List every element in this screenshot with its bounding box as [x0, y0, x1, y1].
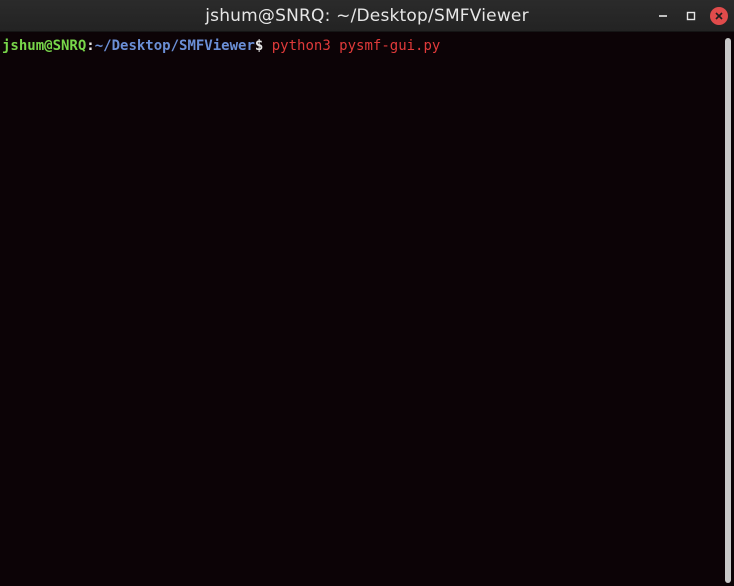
minimize-icon [659, 15, 667, 17]
minimize-button[interactable] [654, 7, 672, 25]
prompt-user: jshum@SNRQ [2, 38, 87, 54]
close-icon [715, 12, 723, 20]
close-button[interactable] [710, 7, 728, 25]
maximize-icon [686, 11, 696, 21]
prompt-colon: : [86, 38, 95, 54]
prompt-line: jshum@SNRQ:~/Desktop/SMFViewer$ python3 … [2, 37, 440, 55]
terminal-window: jshum@SNRQ: ~/Desktop/SMFViewer jshum@SN… [0, 0, 734, 586]
title-bar[interactable]: jshum@SNRQ: ~/Desktop/SMFViewer [0, 0, 734, 32]
window-controls [654, 7, 728, 25]
maximize-button[interactable] [682, 7, 700, 25]
window-title: jshum@SNRQ: ~/Desktop/SMFViewer [205, 6, 529, 26]
scrollbar-thumb[interactable] [725, 38, 731, 583]
terminal-output[interactable]: jshum@SNRQ:~/Desktop/SMFViewer$ python3 … [0, 32, 722, 586]
vertical-scrollbar[interactable] [722, 32, 734, 586]
command-text: python3 pysmf-gui.py [263, 38, 441, 54]
prompt-path: ~/Desktop/SMFViewer [94, 38, 255, 54]
